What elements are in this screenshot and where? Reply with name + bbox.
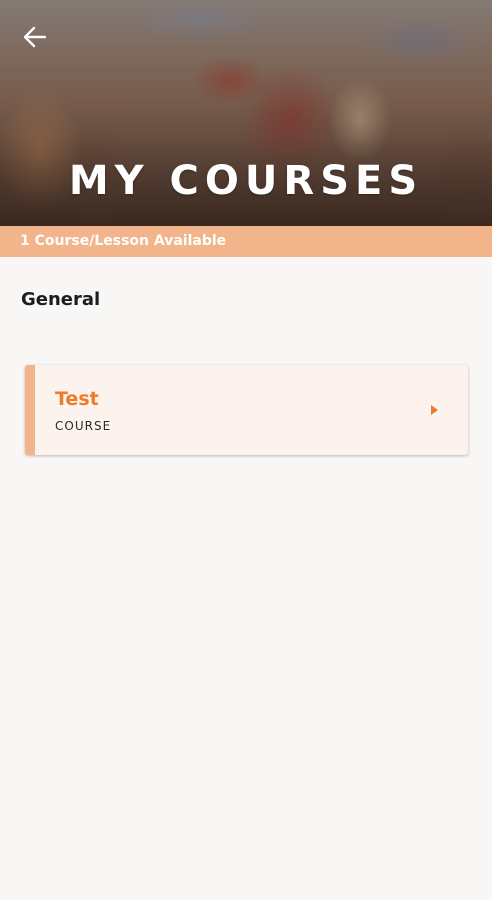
arrow-left-icon: [23, 26, 47, 48]
back-button[interactable]: [20, 22, 50, 52]
hero-banner: MY COURSES: [0, 0, 492, 226]
course-card[interactable]: Test COURSE: [25, 365, 468, 455]
course-type-label: COURSE: [55, 418, 112, 433]
course-title: Test: [55, 387, 99, 410]
chevron-right-icon: [431, 405, 438, 415]
course-card-accent: [25, 365, 35, 455]
availability-bar: 1 Course/Lesson Available: [0, 226, 492, 257]
section-title: General: [21, 288, 101, 310]
page-title: MY COURSES: [68, 158, 424, 204]
